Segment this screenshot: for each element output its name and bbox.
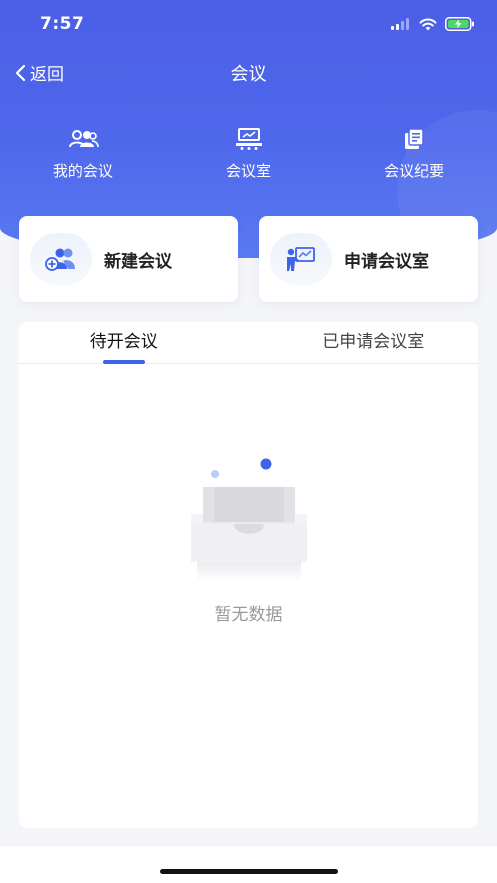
home-indicator[interactable] xyxy=(160,869,338,874)
wifi-icon xyxy=(419,18,437,30)
quick-actions: 我的会议 会议室 会议纪要 xyxy=(0,126,497,186)
navigation-bar: 返回 会议 xyxy=(0,52,497,92)
quick-item-label: 会议纪要 xyxy=(384,162,445,180)
quick-item-meeting-room[interactable]: 会议室 xyxy=(166,126,332,186)
bottom-area xyxy=(0,846,497,883)
tab-bar: 待开会议 已申请会议室 xyxy=(19,322,478,364)
tab-label: 待开会议 xyxy=(89,332,158,352)
signal-icon xyxy=(391,18,409,30)
quick-item-label: 我的会议 xyxy=(52,162,113,180)
quick-item-meeting-minutes[interactable]: 会议纪要 xyxy=(331,126,497,186)
apply-meeting-room-label: 申请会议室 xyxy=(344,251,429,272)
empty-state: 暂无数据 xyxy=(19,452,478,625)
document-icon xyxy=(403,126,425,152)
quick-item-my-meetings[interactable]: 我的会议 xyxy=(0,126,166,186)
status-time: 7:57 xyxy=(40,14,85,34)
empty-state-text: 暂无数据 xyxy=(214,605,283,625)
people-group-icon xyxy=(67,126,99,152)
page-title: 会议 xyxy=(230,64,267,85)
tab-label: 已申请会议室 xyxy=(322,332,425,352)
meeting-list-panel: 待开会议 已申请会议室 暂无数据 xyxy=(19,322,478,828)
battery-charging-icon xyxy=(445,17,474,31)
tab-applied-rooms[interactable]: 已申请会议室 xyxy=(229,322,479,363)
meeting-room-icon xyxy=(235,126,263,152)
presentation-icon xyxy=(270,233,332,285)
tab-upcoming-meetings[interactable]: 待开会议 xyxy=(19,322,229,364)
status-bar: 7:57 xyxy=(0,0,497,50)
active-tab-indicator xyxy=(102,360,145,364)
new-meeting-card[interactable]: 新建会议 xyxy=(19,216,238,302)
apply-meeting-room-card[interactable]: 申请会议室 xyxy=(259,216,478,302)
new-meeting-label: 新建会议 xyxy=(104,251,172,272)
add-meeting-icon xyxy=(30,233,92,285)
quick-item-label: 会议室 xyxy=(226,162,272,180)
status-icons xyxy=(391,17,475,31)
empty-box-icon xyxy=(190,458,307,582)
